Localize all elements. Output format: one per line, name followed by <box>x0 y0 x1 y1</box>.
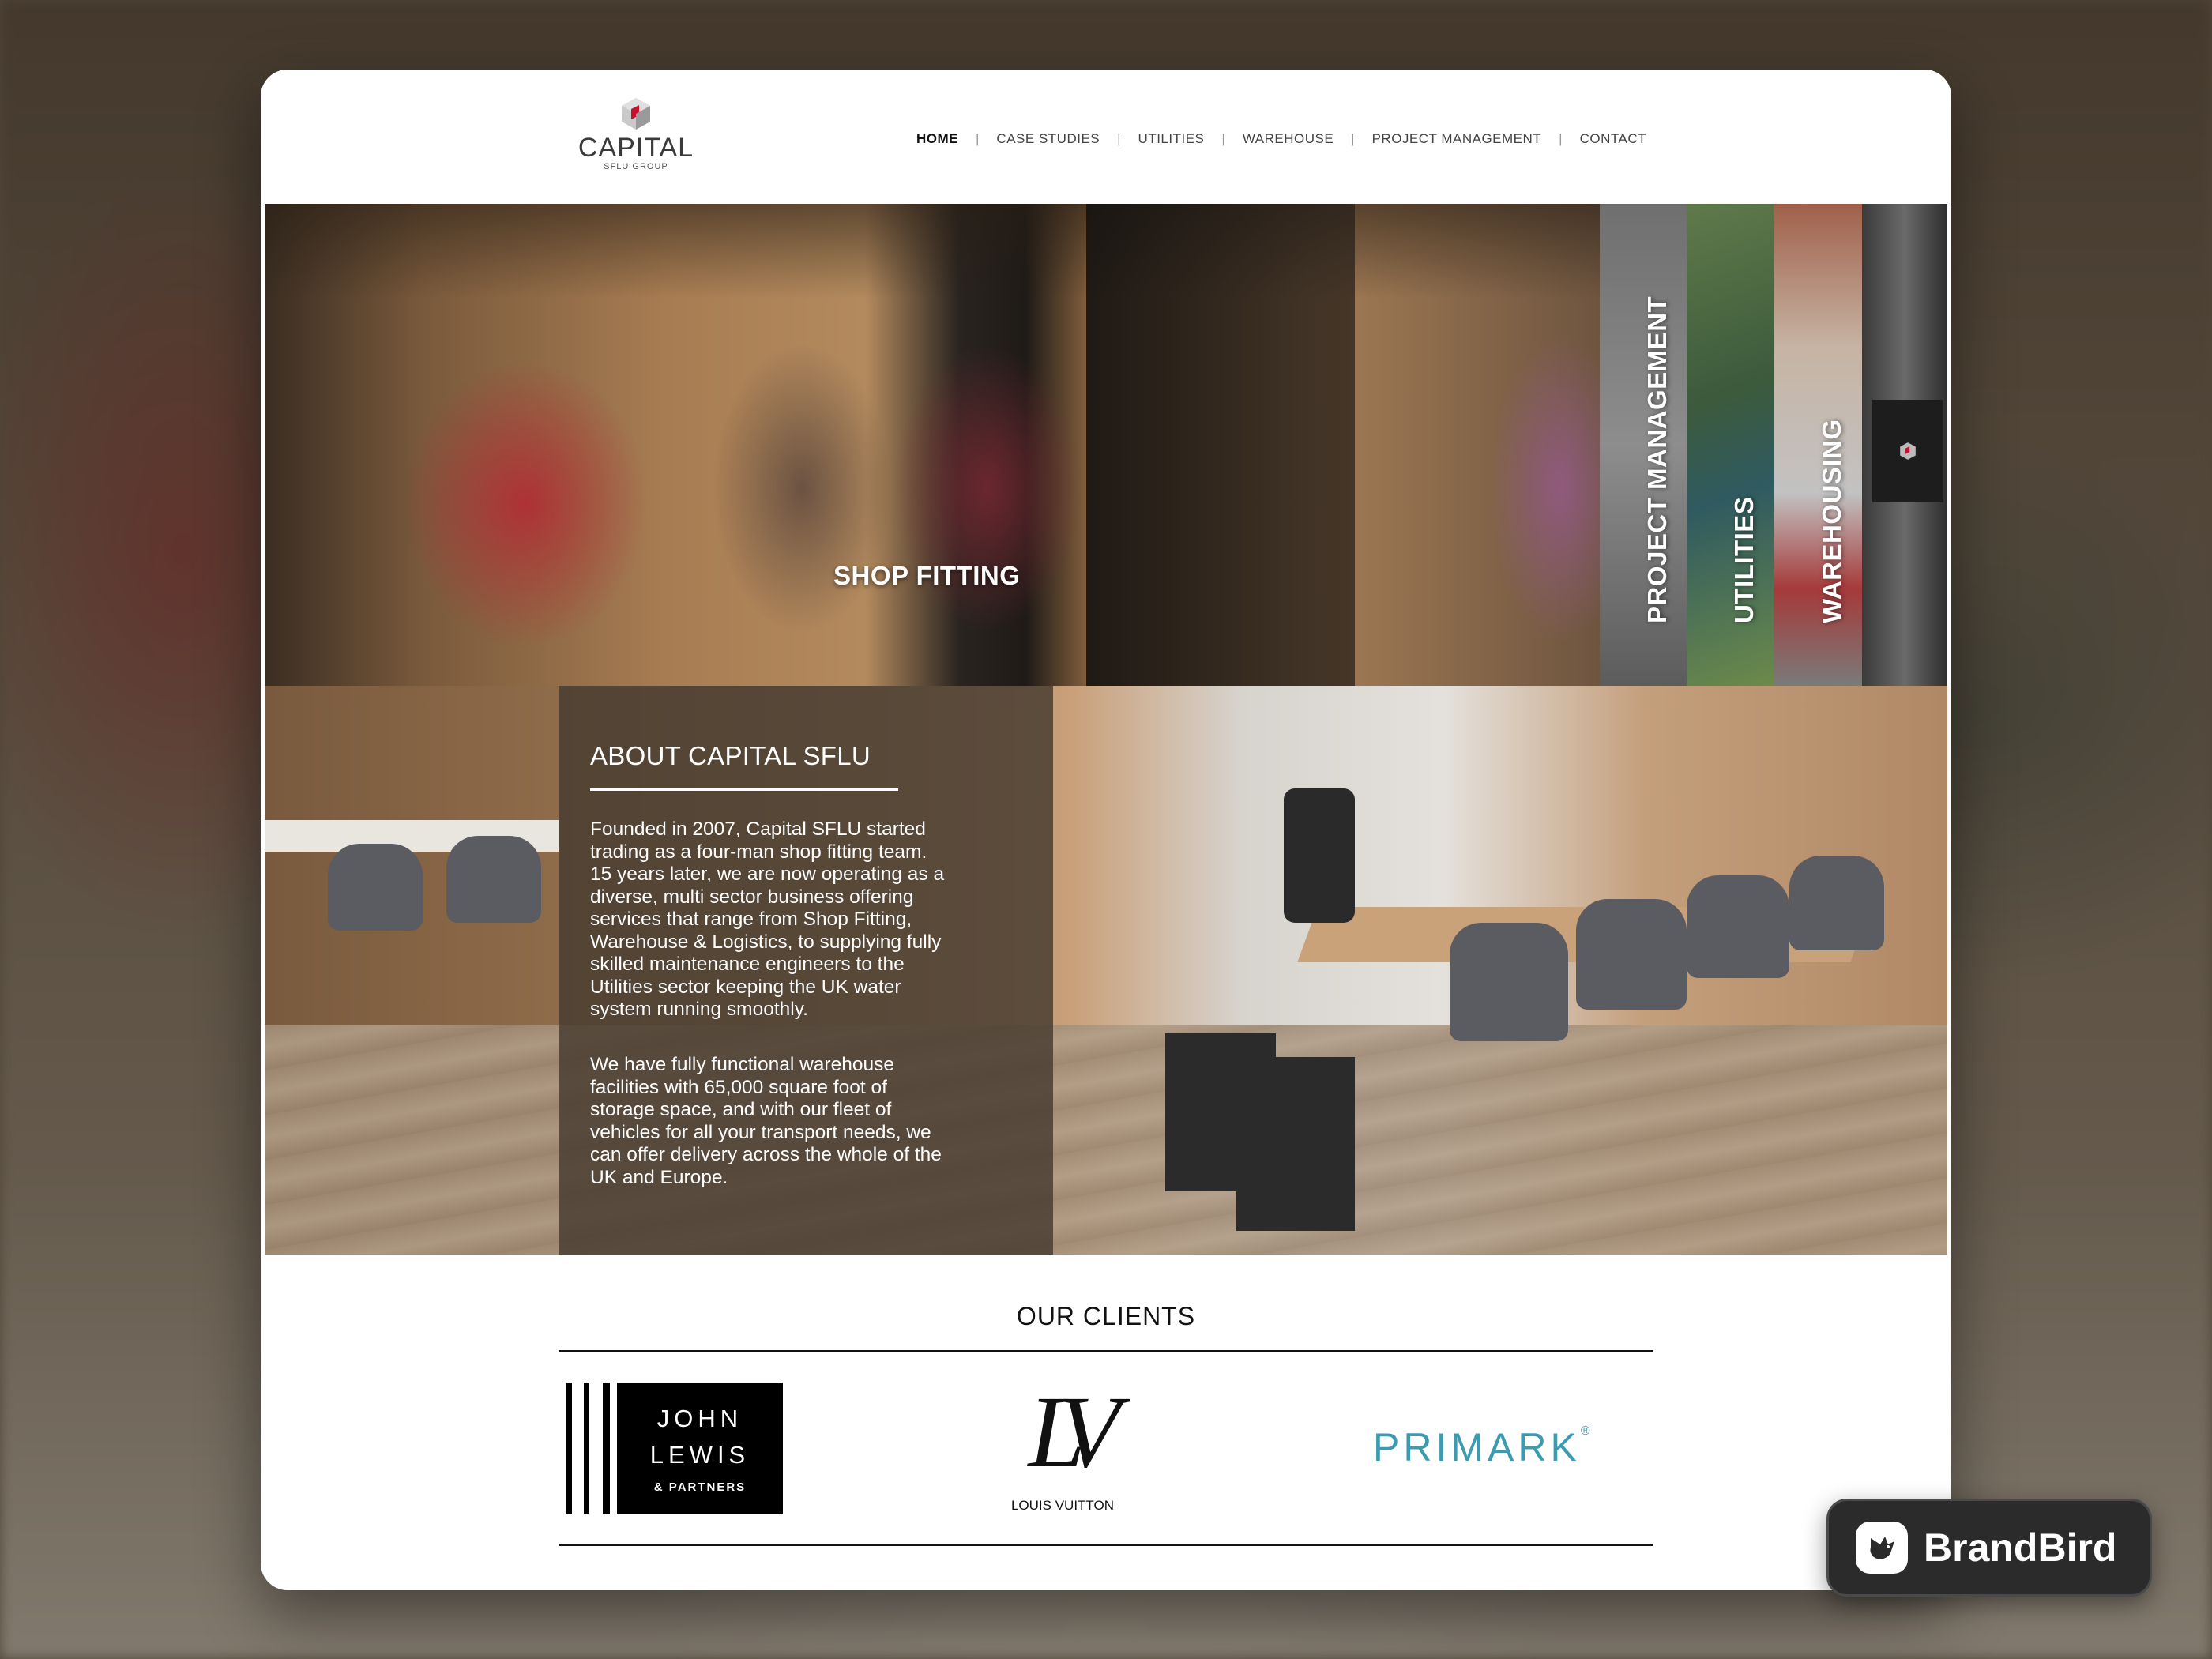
paragraph-line: Warehouse & Logistics, to supplying full… <box>590 931 942 953</box>
panel-shop-fitting-label: SHOP FITTING <box>833 561 1021 590</box>
browser-window: CAPITAL SFLU GROUP HOME | CASE STUDIES |… <box>261 70 1951 1590</box>
nav-separator: | <box>1117 131 1121 146</box>
chair <box>446 836 541 923</box>
paragraph-line: services that range from Shop Fitting, <box>590 908 912 930</box>
mini-logo-icon <box>1872 400 1943 502</box>
office-chair <box>1284 788 1355 923</box>
john-lewis-line2: LEWIS <box>649 1441 750 1469</box>
site-header: CAPITAL SFLU GROUP HOME | CASE STUDIES |… <box>261 70 1951 204</box>
panel-project-management-label: PROJECT MANAGEMENT <box>1642 295 1672 623</box>
nav-separator: | <box>976 131 980 146</box>
chair <box>1789 856 1884 950</box>
logo-bar <box>603 1382 610 1514</box>
panel-utilities[interactable]: UTILITIES <box>1687 204 1774 686</box>
primark-registered-mark: ® <box>1580 1424 1590 1438</box>
louis-vuitton-logo[interactable]: LV LOUIS VUITTON <box>999 1381 1126 1515</box>
panel-warehousing-label: WAREHOUSING <box>1817 419 1846 623</box>
panel-utilities-label: UTILITIES <box>1729 496 1759 623</box>
paragraph-line: facilities with 65,000 square foot of <box>590 1076 887 1098</box>
about-section: ABOUT CAPITAL SFLU Founded in 2007, Capi… <box>265 686 1947 1255</box>
logo-bar <box>566 1382 572 1514</box>
paragraph-line: can offer delivery across the whole of t… <box>590 1144 942 1165</box>
paragraph-line: skilled maintenance engineers to the <box>590 954 905 975</box>
brandbird-label: BrandBird <box>1924 1525 2117 1570</box>
nav-warehouse[interactable]: WAREHOUSE <box>1243 131 1334 147</box>
paragraph-line: Founded in 2007, Capital SFLU started <box>590 818 926 840</box>
john-lewis-line1: JOHN <box>656 1405 743 1432</box>
services-hero: SHOP FITTING PROJECT MANAGEMENT UTILITIE… <box>265 204 1947 686</box>
nav-separator: | <box>1351 131 1355 146</box>
panel-project-management[interactable]: PROJECT MANAGEMENT <box>1600 204 1687 686</box>
paragraph-line: storage space, and with our fleet of <box>590 1099 892 1120</box>
paragraph-line: We have fully functional warehouse <box>590 1054 894 1075</box>
chair <box>1576 899 1687 1010</box>
brandbird-badge[interactable]: BrandBird <box>1826 1499 2152 1597</box>
john-lewis-line3: & PARTNERS <box>653 1480 747 1494</box>
about-title: ABOUT CAPITAL SFLU <box>590 741 871 770</box>
paragraph-line: Utilities sector keeping the UK water <box>590 976 901 998</box>
clients-title: OUR CLIENTS <box>1016 1302 1196 1330</box>
paragraph-line: 15 years later, we are now operating as … <box>590 863 945 885</box>
cube-logo-icon <box>622 98 650 130</box>
primark-wordmark: PRIMARK <box>1373 1425 1581 1469</box>
nav-case-studies[interactable]: CASE STUDIES <box>996 131 1100 147</box>
side-table <box>1236 1057 1355 1231</box>
logo-name: CAPITAL <box>577 133 694 163</box>
hero-ceiling-shade <box>265 204 1600 299</box>
louis-vuitton-name: LOUIS VUITTON <box>1010 1498 1115 1513</box>
paragraph-line: diverse, multi sector business offering <box>590 886 914 908</box>
about-paragraph-2: We have fully functional warehouse facil… <box>590 1054 993 1189</box>
panel-warehousing[interactable]: WAREHOUSING <box>1774 204 1862 686</box>
paragraph-line: UK and Europe. <box>590 1166 728 1188</box>
chair <box>1450 923 1568 1041</box>
paragraph-line: system running smoothly. <box>590 999 808 1020</box>
chair <box>1687 875 1789 978</box>
clients-top-rule <box>559 1350 1653 1352</box>
paragraph-line: vehicles for all your transport needs, w… <box>590 1121 931 1143</box>
site-logo[interactable]: CAPITAL SFLU GROUP <box>577 96 695 183</box>
panel-shop-fitting[interactable]: SHOP FITTING <box>265 204 1600 686</box>
about-paragraph-1: Founded in 2007, Capital SFLU started tr… <box>590 818 993 1021</box>
louis-vuitton-monogram: LV <box>1028 1375 1121 1489</box>
nav-separator: | <box>1559 131 1563 146</box>
nav-home[interactable]: HOME <box>916 131 958 147</box>
bird-icon <box>1856 1522 1908 1574</box>
paragraph-line: trading as a four-man shop fitting team. <box>590 841 927 863</box>
main-nav: HOME | CASE STUDIES | UTILITIES | WAREHO… <box>916 131 1646 147</box>
nav-utilities[interactable]: UTILITIES <box>1138 131 1205 147</box>
primark-logo[interactable]: PRIMARK® <box>1373 1424 1626 1472</box>
chair <box>328 844 423 931</box>
nav-separator: | <box>1221 131 1225 146</box>
john-lewis-wordmark: JOHN LEWIS & PARTNERS <box>617 1382 783 1514</box>
office-floor <box>265 1025 1947 1255</box>
hero-window-frame <box>1086 204 1355 686</box>
john-lewis-logo[interactable]: JOHN LEWIS & PARTNERS <box>566 1382 783 1514</box>
nav-contact[interactable]: CONTACT <box>1580 131 1646 147</box>
logo-bar <box>584 1382 589 1514</box>
about-title-underline <box>590 788 898 791</box>
clients-bottom-rule <box>559 1544 1653 1546</box>
nav-project-management[interactable]: PROJECT MANAGEMENT <box>1372 131 1542 147</box>
